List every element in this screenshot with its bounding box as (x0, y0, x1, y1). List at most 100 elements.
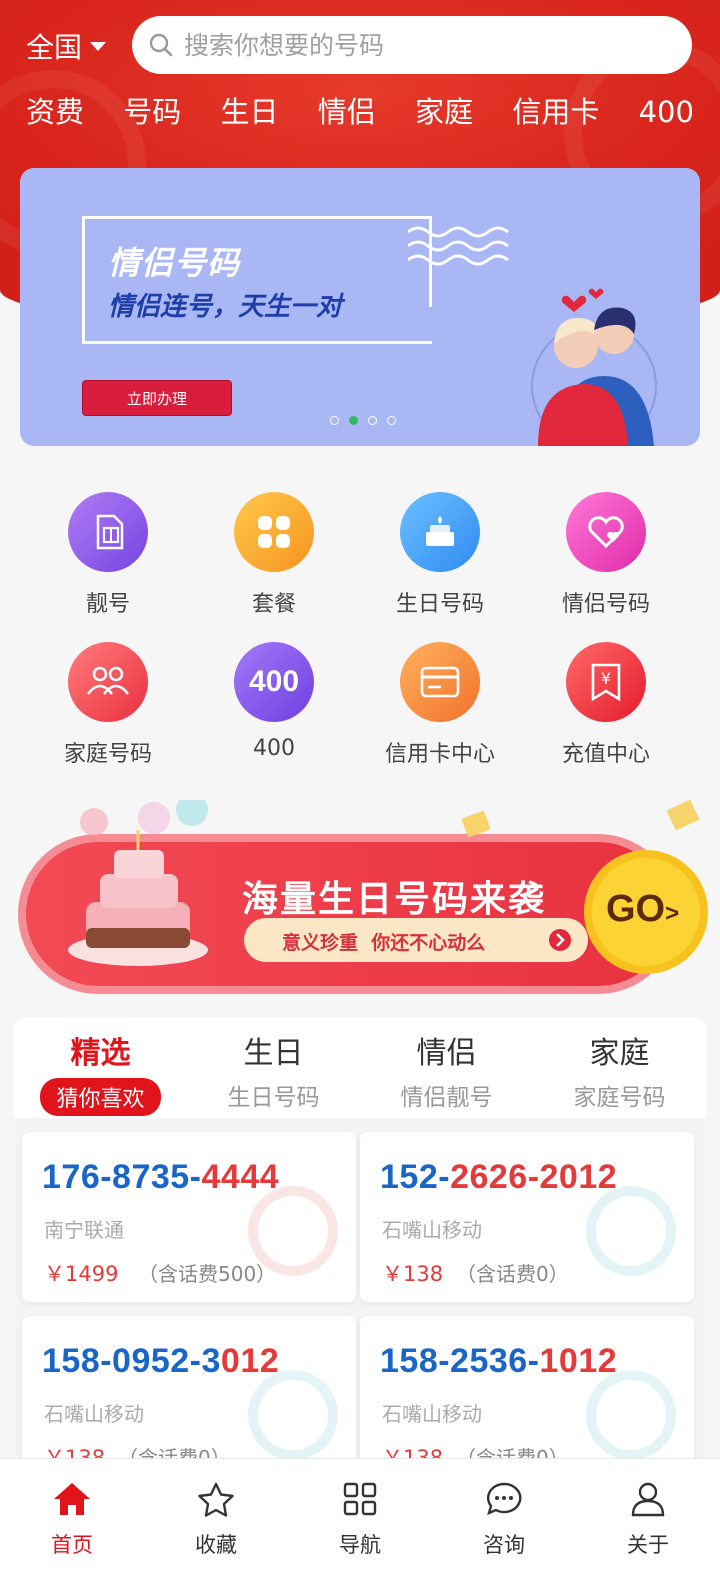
tab-title: 精选 (70, 1036, 131, 1071)
tabbar-label: 首页 (51, 1533, 93, 1557)
number-prefix: 152- (380, 1158, 451, 1196)
grid-item-birthday-number[interactable]: 生日号码 (350, 480, 530, 620)
price: ￥1499 (44, 1262, 119, 1286)
search-input[interactable] (184, 30, 664, 60)
number-highlight: 1012 (539, 1342, 618, 1380)
carrier-label: 石嘴山移动 (44, 1402, 144, 1426)
category-tariff[interactable]: 资费 (26, 88, 84, 138)
grid-item-credit-card[interactable]: 信用卡中心 (350, 630, 530, 770)
category-couple[interactable]: 情侣 (318, 88, 376, 138)
chevron-down-icon (90, 41, 107, 51)
carousel-dot[interactable] (330, 416, 339, 425)
tabbar-consult[interactable]: 咨询 (432, 1459, 576, 1579)
tab-family[interactable]: 家庭 家庭号码 (533, 1018, 706, 1118)
tab-subtitle: 家庭号码 (573, 1085, 666, 1111)
tabbar-label: 咨询 (483, 1533, 525, 1557)
category-family[interactable]: 家庭 (415, 88, 473, 138)
category-400[interactable]: 400 (639, 88, 694, 138)
banner-subtitle: 情侣连号，天生一对 (108, 292, 343, 322)
phone-number: 176-8735-4444 (42, 1158, 279, 1197)
tabbar-label: 关于 (627, 1533, 669, 1557)
carousel-dot-active[interactable] (349, 416, 358, 425)
region-selector[interactable]: 全国 (26, 26, 107, 66)
price: ￥138 (382, 1262, 444, 1286)
number-category-tabs: 精选 猜你喜欢 生日 生日号码 情侣 情侣靓号 家庭 家庭号码 (14, 1018, 706, 1118)
search-icon (149, 33, 173, 57)
grid-item-family-number[interactable]: 家庭号码 (18, 630, 198, 770)
grid-item-couple-number[interactable]: 情侣号码 (516, 480, 696, 620)
grid-label: 信用卡中心 (384, 742, 495, 767)
grid-item-recharge[interactable]: ¥ 充值中心 (516, 630, 696, 770)
category-credit-card[interactable]: 信用卡 (512, 88, 599, 138)
tab-title: 生日 (243, 1036, 304, 1071)
number-card[interactable]: 176-8735-4444 南宁联通 ￥1499 （含话费500） (22, 1132, 356, 1302)
number-prefix: 158-2536- (380, 1342, 540, 1380)
400-icon-text: 400 (248, 665, 300, 698)
carrier-logo-icon (248, 1370, 338, 1460)
tab-featured[interactable]: 精选 猜你喜欢 (14, 1018, 187, 1118)
400-icon: 400 (234, 642, 314, 722)
go-arrow-icon: > (665, 900, 680, 927)
service-grid: 靓号 套餐 生日号码 情侣号码 家庭号码 400 400 信用卡中心 ¥ 充值中… (0, 480, 720, 780)
carrier-label: 南宁联通 (44, 1218, 124, 1242)
number-prefix: 176-8735- (42, 1158, 202, 1196)
user-icon (631, 1482, 665, 1517)
tab-title: 家庭 (589, 1036, 650, 1071)
heart-icon (566, 492, 646, 572)
wave-decoration (408, 226, 509, 266)
phone-number: 158-2536-1012 (380, 1342, 617, 1381)
top-bar: 全国 (0, 16, 720, 74)
carousel-dot[interactable] (368, 416, 377, 425)
price-note: （含话费0） (456, 1262, 569, 1286)
birthday-promo-banner[interactable]: 海量生日号码来袭 意义珍重 你还不心动么 GO> (14, 800, 708, 1010)
tabbar-navigation[interactable]: 导航 (288, 1459, 432, 1579)
carrier-logo-icon (586, 1186, 676, 1276)
banner-carousel[interactable]: 情侣号码 情侣连号，天生一对 立即办理 (20, 168, 700, 446)
grid-label: 生日号码 (395, 592, 484, 617)
tabbar-label: 收藏 (195, 1533, 237, 1557)
category-nav: 资费 号码 生日 情侣 家庭 信用卡 400 (0, 88, 720, 138)
bottom-tab-bar: 首页 收藏 导航 咨询 关于 (0, 1458, 720, 1579)
grid-label: 靓号 (85, 592, 130, 617)
carrier-label: 石嘴山移动 (382, 1402, 482, 1426)
promo-subtitle: 意义珍重 你还不心动么 (282, 932, 486, 954)
recharge-icon: ¥ (566, 642, 646, 722)
sim-card-icon (68, 492, 148, 572)
number-card[interactable]: 152-2626-2012 石嘴山移动 ￥138 （含话费0） (360, 1132, 694, 1302)
home-icon (54, 1483, 90, 1515)
tabbar-home[interactable]: 首页 (0, 1459, 144, 1579)
go-label: GO (606, 888, 666, 930)
banner-title: 情侣号码 (108, 244, 241, 282)
package-icon (234, 492, 314, 572)
grid-item-package[interactable]: 套餐 (184, 480, 364, 620)
tabbar-about[interactable]: 关于 (576, 1459, 720, 1579)
number-prefix: 158-0952-3 (42, 1342, 221, 1380)
category-birthday[interactable]: 生日 (221, 88, 279, 138)
star-icon (198, 1482, 234, 1517)
phone-number: 152-2626-2012 (380, 1158, 617, 1197)
tabbar-favorites[interactable]: 收藏 (144, 1459, 288, 1579)
carousel-dot[interactable] (387, 416, 396, 425)
price-note: （含话费500） (138, 1262, 277, 1286)
tab-title: 情侣 (416, 1036, 477, 1071)
number-highlight: 2626-2012 (450, 1158, 618, 1196)
carousel-dots (330, 416, 396, 425)
carrier-label: 石嘴山移动 (382, 1218, 482, 1242)
grid-item-premium-number[interactable]: 靓号 (18, 480, 198, 620)
search-box[interactable] (132, 16, 692, 74)
category-number[interactable]: 号码 (123, 88, 181, 138)
couple-illustration (531, 288, 657, 446)
tab-subtitle: 生日号码 (227, 1085, 320, 1111)
apply-now-button[interactable]: 立即办理 (82, 380, 232, 416)
grid-label: 情侣号码 (561, 592, 650, 617)
promo-title: 海量生日号码来袭 (242, 879, 547, 920)
grid-item-400[interactable]: 400 400 (184, 630, 364, 770)
grid-label: 套餐 (251, 592, 296, 617)
birthday-cake-icon (400, 492, 480, 572)
phone-number: 158-0952-3012 (42, 1342, 279, 1381)
grid-label: 充值中心 (561, 742, 650, 767)
tab-birthday[interactable]: 生日 生日号码 (187, 1018, 360, 1118)
tab-couple[interactable]: 情侣 情侣靓号 (360, 1018, 533, 1118)
credit-card-icon (400, 642, 480, 722)
go-button[interactable]: GO> (606, 888, 679, 931)
